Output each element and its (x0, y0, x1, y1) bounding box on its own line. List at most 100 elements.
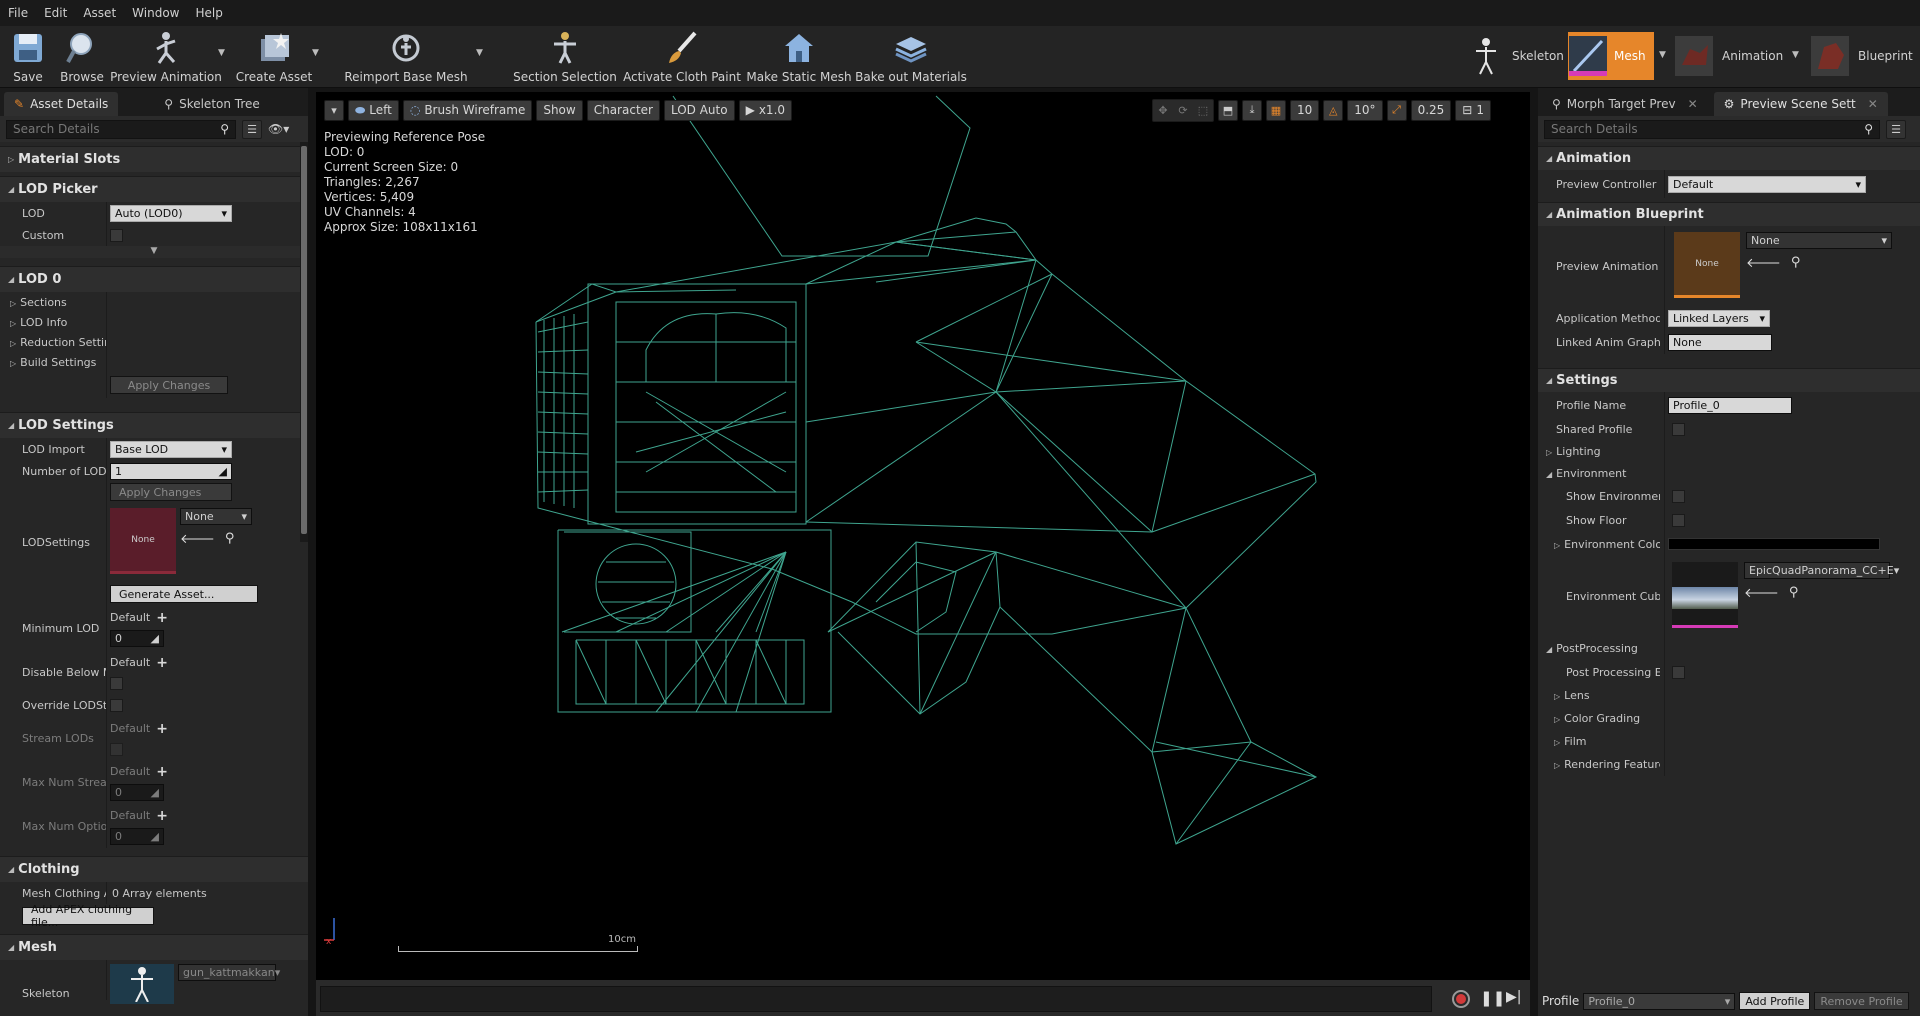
rotation-snap-icon[interactable]: ◬ (1323, 99, 1344, 121)
override-lodstr-checkbox[interactable] (110, 698, 123, 712)
show-floor-checkbox[interactable] (1672, 513, 1685, 527)
application-method-combo[interactable]: Linked Layers ▾ (1668, 309, 1770, 327)
disable-below-checkbox[interactable] (110, 676, 123, 690)
lodsettings-thumbnail[interactable]: None (110, 508, 176, 574)
create-asset-button[interactable]: Create Asset (236, 28, 312, 86)
make-static-mesh-button[interactable]: Make Static Mesh (746, 28, 852, 86)
eye-visibility-icon[interactable]: 👁▾ (268, 122, 289, 136)
browse-magnifier-icon[interactable]: ⚲ (1789, 585, 1799, 601)
mode-blueprint-button[interactable]: Blueprint (1810, 32, 1918, 80)
browse-button[interactable]: Browse (58, 28, 106, 86)
section-selection-button[interactable]: Section Selection (513, 28, 617, 86)
rotate-mode-icon[interactable]: ⟳ (1173, 100, 1193, 121)
category-animation[interactable]: ◢ Animation (1538, 146, 1920, 170)
category-mesh[interactable]: ◢ Mesh (0, 934, 308, 960)
row-lens[interactable]: ▷ Lens (1538, 684, 1920, 707)
add-apex-clothing-button[interactable]: Add APEX clothing file... (22, 903, 154, 929)
category-material-slots[interactable]: ▷ Material Slots (0, 146, 308, 172)
profile-combo[interactable]: Profile_0 ▾ (1583, 992, 1736, 1010)
row-lighting[interactable]: ▷ Lighting (1538, 440, 1920, 462)
row-lod-info[interactable]: ▷ LOD Info (0, 312, 308, 332)
environment-cube-thumbnail[interactable] (1672, 562, 1738, 628)
menu-asset[interactable]: Asset (75, 0, 124, 26)
playback-speed-button[interactable]: ▶ x1.0 (738, 99, 793, 121)
animation-mode-dropdown-icon[interactable]: ▼ (1792, 50, 1799, 60)
close-icon[interactable]: ✕ (1688, 97, 1698, 111)
row-rendering-features[interactable]: ▷Rendering Features (1538, 753, 1920, 776)
step-forward-icon[interactable]: ▶| (1506, 989, 1521, 1005)
mode-animation-button[interactable]: Animation (1674, 32, 1800, 80)
mode-mesh-button[interactable]: Mesh (1568, 32, 1654, 80)
scale-snap-value[interactable]: 0.25 (1410, 99, 1452, 121)
environment-color-swatch[interactable] (1668, 538, 1880, 550)
use-selected-arrow-icon[interactable]: 🡐 (180, 531, 215, 547)
camera-speed-button[interactable]: ⊟ 1 (1455, 99, 1491, 121)
tab-skeleton-tree[interactable]: ⚲ Skeleton Tree (154, 92, 270, 116)
add-override-icon[interactable]: + (156, 655, 168, 671)
grid-snap-value[interactable]: 10 (1290, 99, 1320, 121)
create-asset-dropdown-icon[interactable]: ▼ (312, 48, 319, 58)
viewport[interactable]: ▾ ⬬ Left ◌ Brush Wireframe Show Character … (316, 92, 1530, 980)
grid-snap-icon[interactable]: ▦ (1266, 99, 1286, 121)
row-color-grading[interactable]: ▷ Color Grading (1538, 707, 1920, 730)
tab-morph-target-preview[interactable]: ⚲ Morph Target Prev ✕ (1542, 92, 1708, 116)
lod-combo[interactable]: Auto (LOD0) ▾ (110, 204, 232, 222)
reimport-base-mesh-button[interactable]: Reimport Base Mesh (344, 28, 468, 86)
skeleton-combo[interactable]: gun_kattmakkan ▾ (178, 964, 280, 981)
pause-icon[interactable]: ❚❚ (1480, 989, 1505, 1007)
rotation-snap-value[interactable]: 10° (1347, 99, 1383, 121)
world-local-icon[interactable]: ⬒ (1218, 99, 1238, 121)
record-button[interactable] (1452, 990, 1470, 1008)
search-input[interactable]: Search Details ⚲ (1544, 119, 1880, 139)
scale-snap-icon[interactable]: ⤢ (1386, 99, 1407, 121)
profile-name-input[interactable]: Profile_0 (1668, 396, 1792, 414)
post-processing-enabled-checkbox[interactable] (1672, 665, 1685, 679)
apply-changes-button-2[interactable]: Apply Changes (110, 483, 232, 501)
viewport-menu-chevron-icon[interactable]: ▾ (324, 99, 344, 121)
scale-mode-icon[interactable]: ⬚ (1193, 100, 1213, 121)
row-sections[interactable]: ▷ Sections (0, 292, 308, 312)
menu-edit[interactable]: Edit (36, 0, 75, 26)
surface-snap-icon[interactable]: ⤓ (1242, 99, 1262, 121)
lod-import-combo[interactable]: Base LOD ▾ (110, 440, 232, 458)
preview-animation-dropdown-icon[interactable]: ▼ (218, 48, 225, 58)
number-of-lods-input[interactable]: 1 ◢ (110, 462, 232, 480)
tab-preview-scene-settings[interactable]: ⚙ Preview Scene Sett ✕ (1713, 92, 1888, 116)
left-scrollbar[interactable] (300, 142, 308, 542)
apply-changes-button[interactable]: Apply Changes (110, 376, 228, 394)
category-settings[interactable]: ◢ Settings (1538, 368, 1920, 392)
menu-window[interactable]: Window (124, 0, 187, 26)
anim-blueprint-combo[interactable]: None ▾ (1746, 232, 1892, 249)
row-reduction-settings[interactable]: ▷ Reduction Settin (0, 332, 308, 352)
use-selected-arrow-icon[interactable]: 🡐 (1744, 585, 1779, 601)
skeleton-thumbnail[interactable] (110, 964, 174, 1004)
preview-controller-combo[interactable]: Default ▾ (1668, 175, 1866, 193)
search-input[interactable]: Search Details ⚲ (6, 119, 236, 139)
shared-profile-checkbox[interactable] (1672, 422, 1685, 436)
view-options-icon[interactable]: ☰ (242, 119, 262, 139)
category-lod-settings[interactable]: ◢ LOD Settings (0, 412, 308, 438)
show-button[interactable]: Show (536, 99, 583, 121)
reimport-dropdown-icon[interactable]: ▼ (476, 48, 483, 58)
row-postprocessing[interactable]: ◢ PostProcessing (1538, 636, 1920, 660)
add-override-icon[interactable]: + (156, 610, 168, 626)
category-animation-blueprint[interactable]: ◢ Animation Blueprint (1538, 202, 1920, 226)
save-button[interactable]: Save (8, 28, 48, 86)
mode-skeleton-button[interactable]: Skeleton (1466, 32, 1564, 80)
browse-magnifier-icon[interactable]: ⚲ (1791, 255, 1801, 271)
use-selected-arrow-icon[interactable]: 🡐 (1746, 255, 1781, 271)
view-mode-left-button[interactable]: ⬬ Left (348, 99, 399, 121)
translate-mode-icon[interactable]: ✥ (1153, 100, 1173, 121)
category-lod0[interactable]: ◢ LOD 0 (0, 266, 308, 292)
custom-checkbox[interactable] (110, 228, 123, 242)
menu-file[interactable]: File (0, 0, 36, 26)
left-scrollbar-thumb[interactable] (301, 146, 307, 534)
linked-anim-graph-input[interactable]: None (1668, 333, 1772, 351)
browse-magnifier-icon[interactable]: ⚲ (225, 531, 235, 547)
category-lod-picker[interactable]: ◢ LOD Picker (0, 176, 308, 202)
menu-help[interactable]: Help (187, 0, 230, 26)
character-button[interactable]: Character (586, 99, 660, 121)
category-clothing[interactable]: ◢ Clothing (0, 856, 308, 882)
brush-wireframe-button[interactable]: ◌ Brush Wireframe (402, 99, 533, 121)
close-icon[interactable]: ✕ (1868, 97, 1878, 111)
